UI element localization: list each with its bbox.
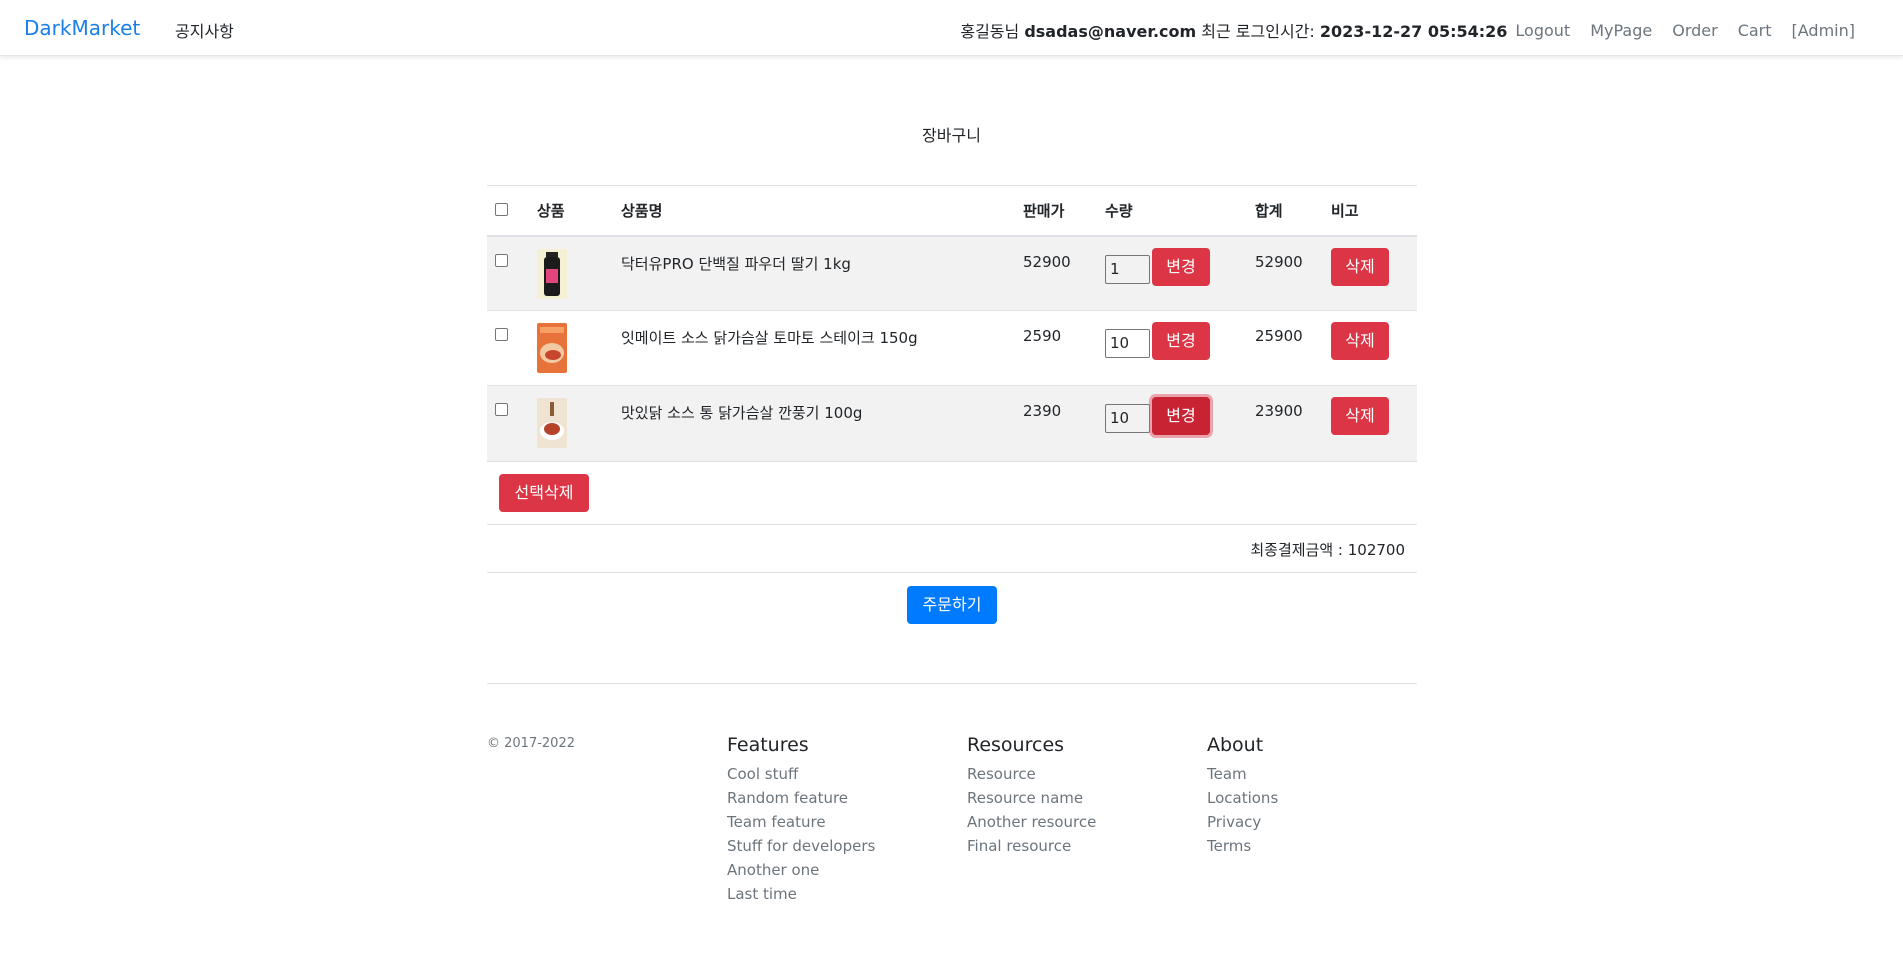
header-note: 비고 [1323, 185, 1417, 237]
product-thumbnail [537, 248, 567, 299]
nav-right: 홍길동님 dsadas@naver.com 최근 로그인시간: 2023-12-… [960, 18, 1855, 42]
footer-link[interactable]: Last time [727, 882, 875, 906]
quantity-input[interactable]: 10 [1105, 404, 1150, 433]
footer-link[interactable]: Privacy [1207, 810, 1278, 834]
footer: © 2017-2022 Features Cool stuff Random f… [487, 683, 1417, 903]
cart-title: 장바구니 [922, 126, 981, 145]
footer-link[interactable]: Cool stuff [727, 762, 875, 786]
product-price: 52900 [1015, 235, 1097, 311]
footer-link[interactable]: Locations [1207, 786, 1278, 810]
footer-resources-title: Resources [967, 734, 1065, 756]
footer-link[interactable]: Another resource [967, 810, 1096, 834]
footer-link[interactable]: Another one [727, 858, 875, 882]
mypage-link[interactable]: MyPage [1590, 21, 1652, 40]
quantity-input[interactable]: 1 [1105, 254, 1150, 284]
footer-features: Features Cool stuff Random feature Team … [727, 734, 875, 906]
admin-link[interactable]: [Admin] [1792, 21, 1855, 40]
footer-resources: Resources Resource Resource name Another… [967, 734, 1096, 858]
cart-section: 상품 상품명 판매가 수량 합계 비고 닥터유PRO 단백질 파우더 딸기 1k… [487, 185, 1417, 624]
final-amount: 최종결제금액 : 102700 [487, 523, 1417, 573]
cart-table: 상품 상품명 판매가 수량 합계 비고 닥터유PRO 단백질 파우더 딸기 1k… [487, 185, 1417, 461]
row-checkbox[interactable] [495, 253, 508, 267]
footer-link[interactable]: Resource [967, 762, 1096, 786]
footer-link[interactable]: Team feature [727, 810, 875, 834]
order-row: 주문하기 [487, 573, 1417, 624]
select-all-checkbox[interactable] [495, 203, 508, 217]
footer-link[interactable]: Team [1207, 762, 1278, 786]
product-name[interactable]: 닥터유PRO 단백질 파우더 딸기 1kg [613, 235, 1015, 311]
copyright: © 2017-2022 [487, 736, 575, 751]
delete-button[interactable]: 삭제 [1331, 397, 1389, 435]
row-total: 52900 [1247, 235, 1323, 311]
product-name[interactable]: 잇메이트 소스 닭가슴살 토마토 스테이크 150g [613, 310, 1015, 386]
cart-link[interactable]: Cart [1738, 21, 1772, 40]
quantity-input[interactable]: 10 [1105, 329, 1150, 358]
row-total: 25900 [1247, 310, 1323, 386]
product-price: 2590 [1015, 310, 1097, 386]
footer-link[interactable]: Stuff for developers [727, 834, 875, 858]
last-login-label: 최근 로그인시간: [1201, 22, 1315, 41]
user-name: 홍길동님 [960, 22, 1020, 41]
footer-features-title: Features [727, 734, 809, 756]
delete-button[interactable]: 삭제 [1331, 322, 1389, 360]
table-header-row: 상품 상품명 판매가 수량 합계 비고 [487, 185, 1417, 237]
user-email: dsadas@naver.com [1024, 22, 1197, 41]
footer-link[interactable]: Final resource [967, 834, 1096, 858]
footer-link[interactable]: Terms [1207, 834, 1278, 858]
product-thumbnail [537, 398, 567, 448]
brand-link[interactable]: DarkMarket [24, 16, 140, 40]
footer-link[interactable]: Resource name [967, 786, 1096, 810]
delete-selected-button[interactable]: 선택삭제 [499, 473, 589, 512]
change-quantity-button[interactable]: 변경 [1152, 322, 1210, 360]
footer-link[interactable]: Random feature [727, 786, 875, 810]
product-price: 2390 [1015, 385, 1097, 461]
table-row: 잇메이트 소스 닭가슴살 토마토 스테이크 150g 2590 10 변경 259… [487, 310, 1417, 386]
change-quantity-button[interactable]: 변경 [1152, 247, 1210, 286]
notice-link[interactable]: 공지사항 [175, 18, 234, 42]
user-info: 홍길동님 dsadas@naver.com 최근 로그인시간: 2023-12-… [960, 18, 1507, 42]
order-link[interactable]: Order [1672, 21, 1717, 40]
logout-link[interactable]: Logout [1515, 21, 1570, 40]
header-total: 합계 [1247, 185, 1323, 237]
header-price: 판매가 [1015, 185, 1097, 237]
header-product: 상품 [529, 185, 613, 237]
table-row: 닥터유PRO 단백질 파우더 딸기 1kg 52900 1 변경 52900 삭제 [487, 235, 1417, 311]
product-name[interactable]: 맛있닭 소스 통 닭가슴살 깐풍기 100g [613, 385, 1015, 461]
row-checkbox[interactable] [495, 328, 508, 341]
change-quantity-button[interactable]: 변경 [1152, 397, 1210, 435]
row-total: 23900 [1247, 385, 1323, 461]
header-name: 상품명 [613, 185, 1015, 237]
table-row: 맛있닭 소스 통 닭가슴살 깐풍기 100g 2390 10 변경 23900 삭… [487, 385, 1417, 461]
row-checkbox[interactable] [495, 403, 508, 416]
product-thumbnail [537, 323, 567, 373]
footer-about-title: About [1207, 734, 1264, 756]
footer-about: About Team Locations Privacy Terms [1207, 734, 1278, 858]
top-navbar: DarkMarket 공지사항 홍길동님 dsadas@naver.com 최근… [0, 0, 1903, 56]
delete-button[interactable]: 삭제 [1331, 247, 1389, 286]
last-login-time: 2023-12-27 05:54:26 [1319, 22, 1508, 41]
order-button[interactable]: 주문하기 [907, 585, 997, 624]
select-delete-row: 선택삭제 [487, 460, 1417, 524]
header-qty: 수량 [1097, 185, 1247, 237]
